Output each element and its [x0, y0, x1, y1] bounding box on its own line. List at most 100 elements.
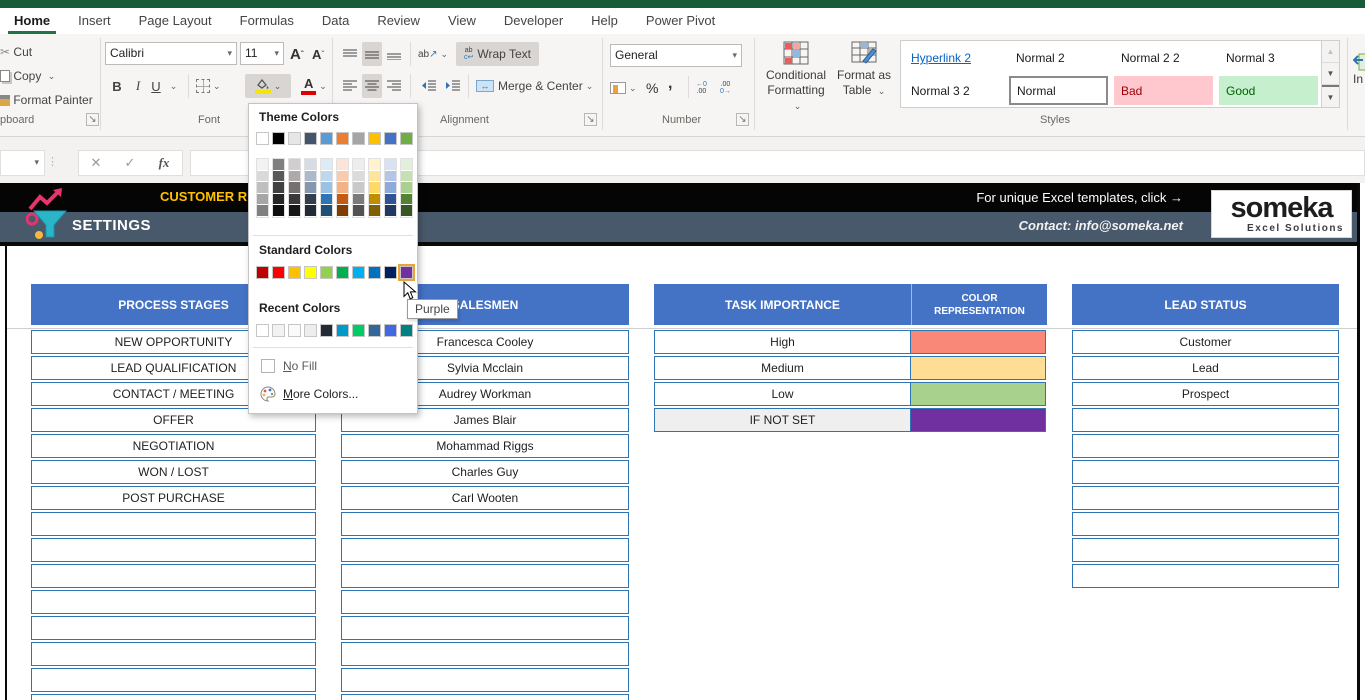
color-swatch[interactable]: [272, 132, 285, 145]
alignment-dialog-launcher-icon[interactable]: ↘: [584, 113, 597, 126]
color-swatch[interactable]: [369, 205, 380, 217]
color-swatch[interactable]: [273, 171, 284, 183]
number-format-combo[interactable]: General▾: [610, 44, 742, 67]
color-swatch[interactable]: [257, 194, 268, 206]
color-swatch[interactable]: [385, 171, 396, 183]
color-swatch[interactable]: [352, 266, 365, 279]
color-cell[interactable]: [910, 408, 1046, 432]
style-preset[interactable]: Normal 3: [1216, 41, 1321, 74]
color-swatch[interactable]: [288, 132, 301, 145]
table-row[interactable]: [341, 694, 629, 700]
table-row[interactable]: [31, 512, 316, 536]
style-preset[interactable]: Hyperlink 2: [901, 41, 1006, 74]
style-preset[interactable]: Normal 2: [1006, 41, 1111, 74]
color-swatch[interactable]: [305, 182, 316, 194]
table-row[interactable]: [31, 668, 316, 692]
color-cell[interactable]: [910, 382, 1046, 406]
table-row[interactable]: [1072, 512, 1339, 536]
color-swatch[interactable]: [257, 171, 268, 183]
color-swatch[interactable]: [336, 266, 349, 279]
color-swatch[interactable]: [320, 132, 333, 145]
color-swatch[interactable]: [272, 324, 285, 337]
table-row[interactable]: NEGOTIATION: [31, 434, 316, 458]
color-swatch[interactable]: [369, 159, 380, 171]
color-swatch[interactable]: [369, 182, 380, 194]
color-swatch[interactable]: [288, 266, 301, 279]
increase-decimal-button[interactable]: ←0.00: [696, 76, 707, 100]
color-swatch[interactable]: [321, 159, 332, 171]
font-size-combo[interactable]: 11▾: [240, 42, 284, 65]
table-row[interactable]: Customer: [1072, 330, 1339, 354]
table-row[interactable]: [31, 538, 316, 562]
color-swatch[interactable]: [369, 171, 380, 183]
color-swatch[interactable]: [337, 159, 348, 171]
color-swatch[interactable]: [400, 266, 413, 279]
color-swatch[interactable]: [256, 266, 269, 279]
underline-button[interactable]: U: [148, 74, 164, 98]
align-left-button[interactable]: [340, 74, 360, 98]
comma-style-button[interactable]: ,: [668, 72, 672, 96]
tab-formulas[interactable]: Formulas: [226, 8, 308, 34]
tab-help[interactable]: Help: [577, 8, 632, 34]
clipboard-dialog-launcher-icon[interactable]: ↘: [86, 113, 99, 126]
top-align-button[interactable]: [340, 42, 360, 66]
color-swatch[interactable]: [368, 266, 381, 279]
color-swatch[interactable]: [337, 171, 348, 183]
bottom-align-button[interactable]: [384, 42, 404, 66]
color-swatch[interactable]: [353, 182, 364, 194]
color-swatch[interactable]: [288, 324, 301, 337]
color-swatch[interactable]: [289, 182, 300, 194]
style-preset[interactable]: Bad: [1111, 74, 1216, 107]
color-swatch[interactable]: [384, 266, 397, 279]
table-row[interactable]: [1072, 564, 1339, 588]
table-row[interactable]: [341, 642, 629, 666]
color-swatch[interactable]: [289, 159, 300, 171]
table-row[interactable]: [341, 616, 629, 640]
tab-home[interactable]: Home: [0, 8, 64, 34]
enter-icon[interactable]: ✓: [113, 155, 147, 171]
color-representation-header[interactable]: COLOR REPRESENTATION: [911, 284, 1047, 325]
color-swatch[interactable]: [289, 171, 300, 183]
importance-cell[interactable]: High: [654, 330, 911, 354]
color-swatch[interactable]: [320, 266, 333, 279]
table-row[interactable]: POST PURCHASE: [31, 486, 316, 510]
format-painter-button[interactable]: Format Painter: [0, 88, 93, 112]
tab-insert[interactable]: Insert: [64, 8, 125, 34]
tab-review[interactable]: Review: [363, 8, 434, 34]
color-swatch[interactable]: [273, 159, 284, 171]
color-swatch[interactable]: [385, 182, 396, 194]
color-swatch[interactable]: [353, 194, 364, 206]
promo-text[interactable]: For unique Excel templates, click →: [976, 190, 1183, 205]
italic-button[interactable]: I: [130, 74, 146, 98]
format-as-table-button[interactable]: Format asTable ⌄: [834, 39, 894, 131]
color-swatch[interactable]: [385, 205, 396, 217]
color-swatch[interactable]: [256, 324, 269, 337]
table-row[interactable]: [1072, 486, 1339, 510]
middle-align-button[interactable]: [362, 42, 382, 66]
table-row[interactable]: WON / LOST: [31, 460, 316, 484]
name-box[interactable]: ▾: [0, 150, 45, 176]
fill-color-button[interactable]: ⌄: [245, 74, 291, 98]
font-color-button[interactable]: A ⌄: [296, 74, 332, 98]
color-swatch[interactable]: [401, 171, 412, 183]
conditional-formatting-button[interactable]: ConditionalFormatting ⌄: [762, 39, 830, 131]
styles-scroll-up-button[interactable]: ▲: [1322, 41, 1339, 63]
color-swatch[interactable]: [321, 194, 332, 206]
color-swatch[interactable]: [320, 324, 333, 337]
importance-cell[interactable]: IF NOT SET: [654, 408, 911, 432]
align-right-button[interactable]: [384, 74, 404, 98]
table-row[interactable]: [31, 590, 316, 614]
table-row[interactable]: [31, 694, 316, 700]
merge-center-button[interactable]: ↔ Merge & Center ⌄: [476, 74, 593, 98]
tab-page-layout[interactable]: Page Layout: [125, 8, 226, 34]
percent-style-button[interactable]: %: [646, 76, 658, 100]
color-swatch[interactable]: [337, 182, 348, 194]
color-swatch[interactable]: [304, 132, 317, 145]
tab-developer[interactable]: Developer: [490, 8, 577, 34]
table-row[interactable]: [341, 564, 629, 588]
formula-bar-splitter[interactable]: ⋮: [47, 155, 58, 168]
increase-indent-button[interactable]: [442, 74, 462, 98]
table-row[interactable]: [31, 616, 316, 640]
color-swatch[interactable]: [337, 194, 348, 206]
task-importance-header[interactable]: TASK IMPORTANCE: [654, 284, 911, 325]
